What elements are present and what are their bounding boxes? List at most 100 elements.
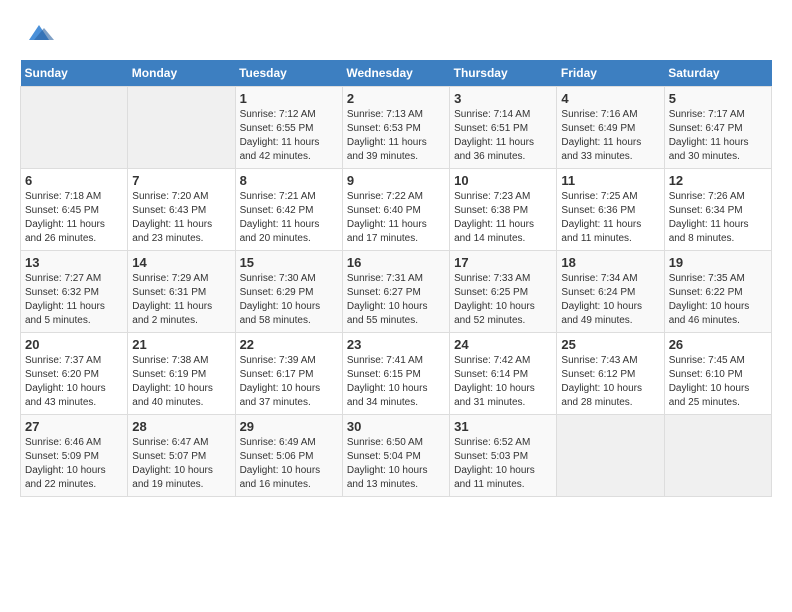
day-info: Sunrise: 7:22 AM Sunset: 6:40 PM Dayligh… (347, 190, 445, 246)
day-info: Sunrise: 7:30 AM Sunset: 6:29 PM Dayligh… (240, 272, 338, 328)
day-info: Sunrise: 7:23 AM Sunset: 6:38 PM Dayligh… (454, 190, 552, 246)
day-cell: 2 Sunrise: 7:13 AM Sunset: 6:53 PM Daylig… (342, 87, 449, 169)
day-number: 20 (25, 337, 123, 352)
day-info: Sunrise: 7:33 AM Sunset: 6:25 PM Dayligh… (454, 272, 552, 328)
day-number: 5 (669, 91, 767, 106)
day-info: Sunrise: 7:41 AM Sunset: 6:15 PM Dayligh… (347, 354, 445, 410)
day-cell: 16Sunrise: 7:31 AM Sunset: 6:27 PM Dayli… (342, 251, 449, 333)
day-info: Sunrise: 7:25 AM Sunset: 6:36 PM Dayligh… (561, 190, 659, 246)
day-cell: 14 Sunrise: 7:29 AM Sunset: 6:31 PM Dayli… (128, 251, 235, 333)
page-header (20, 20, 772, 50)
day-number: 26 (669, 337, 767, 352)
day-cell: 3Sunrise: 7:14 AM Sunset: 6:51 PM Daylig… (450, 87, 557, 169)
day-cell: 30 Sunrise: 6:50 AM Sunset: 5:04 PM Dayli… (342, 415, 449, 497)
day-info: Sunrise: 7:45 AM Sunset: 6:10 PM Dayligh… (669, 354, 767, 410)
day-number: 3 (454, 91, 552, 106)
day-number: 6 (25, 173, 123, 188)
day-number: 30 (347, 419, 445, 434)
day-cell: 8 Sunrise: 7:21 AM Sunset: 6:42 PM Daylig… (235, 169, 342, 251)
day-cell: 4Sunrise: 7:16 AM Sunset: 6:49 PM Daylig… (557, 87, 664, 169)
day-info: Sunrise: 7:31 AM Sunset: 6:27 PM Dayligh… (347, 272, 445, 328)
day-cell: 12 Sunrise: 7:26 AM Sunset: 6:34 PM Dayli… (664, 169, 771, 251)
day-number: 24 (454, 337, 552, 352)
day-number: 12 (669, 173, 767, 188)
day-info: Sunrise: 6:47 AM Sunset: 5:07 PM Dayligh… (132, 436, 230, 492)
day-cell: 28 Sunrise: 6:47 AM Sunset: 5:07 PM Dayli… (128, 415, 235, 497)
day-info: Sunrise: 7:42 AM Sunset: 6:14 PM Dayligh… (454, 354, 552, 410)
day-cell: 9 Sunrise: 7:22 AM Sunset: 6:40 PM Daylig… (342, 169, 449, 251)
day-number: 18 (561, 255, 659, 270)
day-number: 2 (347, 91, 445, 106)
day-cell: 13 Sunrise: 7:27 AM Sunset: 6:32 PM Dayli… (21, 251, 128, 333)
day-info: Sunrise: 7:13 AM Sunset: 6:53 PM Dayligh… (347, 108, 445, 164)
day-cell: 26 Sunrise: 7:45 AM Sunset: 6:10 PM Dayli… (664, 333, 771, 415)
week-row-2: 13 Sunrise: 7:27 AM Sunset: 6:32 PM Dayli… (21, 251, 772, 333)
day-cell (557, 415, 664, 497)
day-number: 28 (132, 419, 230, 434)
day-cell: 23 Sunrise: 7:41 AM Sunset: 6:15 PM Dayli… (342, 333, 449, 415)
day-number: 21 (132, 337, 230, 352)
day-number: 10 (454, 173, 552, 188)
week-row-3: 20 Sunrise: 7:37 AM Sunset: 6:20 PM Dayli… (21, 333, 772, 415)
logo-icon (24, 20, 54, 50)
day-cell: 25Sunrise: 7:43 AM Sunset: 6:12 PM Dayli… (557, 333, 664, 415)
day-cell: 1 Sunrise: 7:12 AM Sunset: 6:55 PM Daylig… (235, 87, 342, 169)
day-info: Sunrise: 7:27 AM Sunset: 6:32 PM Dayligh… (25, 272, 123, 328)
day-info: Sunrise: 7:29 AM Sunset: 6:31 PM Dayligh… (132, 272, 230, 328)
day-number: 17 (454, 255, 552, 270)
day-cell: 17 Sunrise: 7:33 AM Sunset: 6:25 PM Dayli… (450, 251, 557, 333)
header-cell-saturday: Saturday (664, 60, 771, 87)
header-cell-friday: Friday (557, 60, 664, 87)
day-info: Sunrise: 7:38 AM Sunset: 6:19 PM Dayligh… (132, 354, 230, 410)
day-info: Sunrise: 7:34 AM Sunset: 6:24 PM Dayligh… (561, 272, 659, 328)
day-info: Sunrise: 7:16 AM Sunset: 6:49 PM Dayligh… (561, 108, 659, 164)
day-cell: 29 Sunrise: 6:49 AM Sunset: 5:06 PM Dayli… (235, 415, 342, 497)
week-row-4: 27Sunrise: 6:46 AM Sunset: 5:09 PM Dayli… (21, 415, 772, 497)
day-number: 31 (454, 419, 552, 434)
day-info: Sunrise: 6:52 AM Sunset: 5:03 PM Dayligh… (454, 436, 552, 492)
day-info: Sunrise: 7:26 AM Sunset: 6:34 PM Dayligh… (669, 190, 767, 246)
day-number: 23 (347, 337, 445, 352)
day-cell: 20 Sunrise: 7:37 AM Sunset: 6:20 PM Dayli… (21, 333, 128, 415)
day-info: Sunrise: 6:49 AM Sunset: 5:06 PM Dayligh… (240, 436, 338, 492)
day-cell: 18 Sunrise: 7:34 AM Sunset: 6:24 PM Dayli… (557, 251, 664, 333)
day-info: Sunrise: 7:12 AM Sunset: 6:55 PM Dayligh… (240, 108, 338, 164)
day-info: Sunrise: 7:17 AM Sunset: 6:47 PM Dayligh… (669, 108, 767, 164)
day-info: Sunrise: 7:21 AM Sunset: 6:42 PM Dayligh… (240, 190, 338, 246)
day-number: 29 (240, 419, 338, 434)
calendar-header: SundayMondayTuesdayWednesdayThursdayFrid… (21, 60, 772, 87)
day-info: Sunrise: 6:50 AM Sunset: 5:04 PM Dayligh… (347, 436, 445, 492)
day-info: Sunrise: 7:20 AM Sunset: 6:43 PM Dayligh… (132, 190, 230, 246)
day-number: 9 (347, 173, 445, 188)
day-number: 7 (132, 173, 230, 188)
day-cell (664, 415, 771, 497)
day-cell: 10 Sunrise: 7:23 AM Sunset: 6:38 PM Dayli… (450, 169, 557, 251)
day-cell: 11 Sunrise: 7:25 AM Sunset: 6:36 PM Dayli… (557, 169, 664, 251)
day-number: 1 (240, 91, 338, 106)
week-row-1: 6Sunrise: 7:18 AM Sunset: 6:45 PM Daylig… (21, 169, 772, 251)
day-number: 14 (132, 255, 230, 270)
calendar-body: 1 Sunrise: 7:12 AM Sunset: 6:55 PM Daylig… (21, 87, 772, 497)
day-number: 15 (240, 255, 338, 270)
header-cell-sunday: Sunday (21, 60, 128, 87)
day-cell (21, 87, 128, 169)
calendar-table: SundayMondayTuesdayWednesdayThursdayFrid… (20, 60, 772, 497)
day-info: Sunrise: 6:46 AM Sunset: 5:09 PM Dayligh… (25, 436, 123, 492)
day-info: Sunrise: 7:37 AM Sunset: 6:20 PM Dayligh… (25, 354, 123, 410)
day-number: 8 (240, 173, 338, 188)
day-cell (128, 87, 235, 169)
header-cell-wednesday: Wednesday (342, 60, 449, 87)
day-number: 19 (669, 255, 767, 270)
day-cell: 19 Sunrise: 7:35 AM Sunset: 6:22 PM Dayli… (664, 251, 771, 333)
day-number: 11 (561, 173, 659, 188)
day-info: Sunrise: 7:35 AM Sunset: 6:22 PM Dayligh… (669, 272, 767, 328)
day-cell: 31 Sunrise: 6:52 AM Sunset: 5:03 PM Dayli… (450, 415, 557, 497)
day-number: 25 (561, 337, 659, 352)
day-info: Sunrise: 7:39 AM Sunset: 6:17 PM Dayligh… (240, 354, 338, 410)
day-number: 13 (25, 255, 123, 270)
day-cell: 15 Sunrise: 7:30 AM Sunset: 6:29 PM Dayli… (235, 251, 342, 333)
header-row: SundayMondayTuesdayWednesdayThursdayFrid… (21, 60, 772, 87)
day-cell: 24 Sunrise: 7:42 AM Sunset: 6:14 PM Dayli… (450, 333, 557, 415)
day-cell: 27Sunrise: 6:46 AM Sunset: 5:09 PM Dayli… (21, 415, 128, 497)
header-cell-tuesday: Tuesday (235, 60, 342, 87)
